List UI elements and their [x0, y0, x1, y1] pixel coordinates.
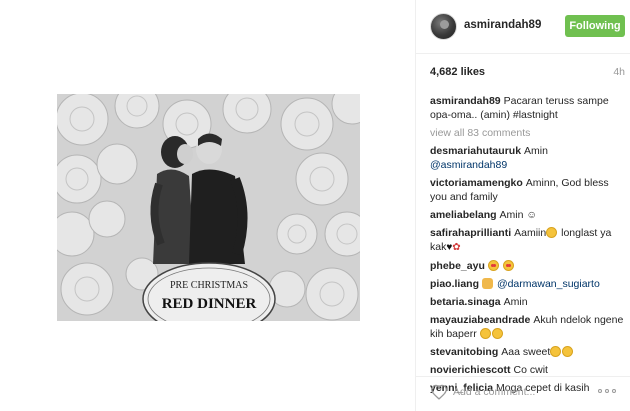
post-stats: 4,682 likes 4h	[430, 66, 625, 80]
comment-footer	[416, 376, 630, 411]
post-time[interactable]: 4h	[613, 66, 625, 78]
dot	[598, 389, 602, 393]
heart-eyes-icon	[502, 260, 514, 271]
likes-count[interactable]: 4,682 likes	[430, 66, 485, 78]
comment-text: Amin ☺	[499, 209, 538, 221]
disappointed-face-icon	[491, 328, 503, 339]
view-all-comments-link[interactable]: view all 83 comments	[430, 126, 625, 140]
comment: victoriamamengko Aminn, God bless you and…	[430, 176, 625, 204]
add-comment-input[interactable]	[453, 384, 593, 400]
comment-username[interactable]: safirahaprillianti	[430, 227, 511, 239]
instagram-post-view: PRE CHRISTMAS RED DINNER asmirandah89 Fo…	[0, 0, 630, 411]
comment-username[interactable]: ameliabelang	[430, 209, 497, 221]
comment: novierichiescott Co cwit	[430, 363, 625, 377]
disappointed-face-icon	[479, 328, 491, 339]
comment-username[interactable]: betaria.sinaga	[430, 296, 501, 308]
disappointed-face-icon	[562, 346, 574, 357]
comment: phebe_ayu	[430, 259, 625, 273]
more-options-icon[interactable]	[598, 385, 622, 397]
header-username[interactable]: asmirandah89	[464, 19, 541, 31]
dot	[605, 389, 609, 393]
comment: piao.liang @darmawan_sugiarto	[430, 277, 625, 291]
caption: asmirandah89 Pacaran teruss sampe opa-oma…	[430, 94, 625, 122]
comment-username[interactable]: phebe_ayu	[430, 260, 485, 272]
comment-username[interactable]: mayauziabeandrade	[430, 314, 530, 326]
comment-username[interactable]: victoriamamengko	[430, 177, 523, 189]
comment: betaria.sinaga Amin	[430, 295, 625, 309]
comment-username[interactable]: piao.liang	[430, 278, 479, 290]
comment: ameliabelang Amin ☺	[430, 208, 625, 222]
comment: stevanitobing Aaa sweet	[430, 345, 625, 359]
post-side-panel: asmirandah89 Following 4,682 likes 4h as…	[415, 0, 630, 411]
comment-text: Amin	[503, 296, 528, 308]
heart-outline-icon[interactable]	[430, 384, 448, 400]
comment-username[interactable]: novierichiescott	[430, 364, 511, 376]
mention-link[interactable]: @asmirandah89	[430, 159, 507, 171]
dot	[612, 389, 616, 393]
comment-text: Aaa sweet	[501, 346, 551, 358]
smiling-face-icon	[546, 227, 558, 238]
comment-text: Amin	[524, 145, 548, 157]
mention-link[interactable]: @darmawan_sugiarto	[497, 278, 600, 290]
comment-text: Aamiin	[514, 227, 547, 239]
sign-line-2: RED DINNER	[162, 296, 257, 312]
post-photo[interactable]: PRE CHRISTMAS RED DINNER	[57, 94, 360, 321]
comment-text: Co cwit	[513, 364, 548, 376]
heart-eyes-icon	[487, 260, 499, 271]
grinning-face-icon	[550, 346, 562, 357]
comment: safirahaprillianti Aamiin longlast ya kak…	[430, 226, 625, 255]
photo-area: PRE CHRISTMAS RED DINNER	[0, 0, 415, 411]
avatar[interactable]	[430, 13, 457, 40]
person-emoji-icon	[482, 278, 494, 289]
post-header: asmirandah89 Following	[416, 0, 630, 54]
comment: desmariahutauruk Amin @asmirandah89	[430, 144, 625, 172]
sign-line-1: PRE CHRISTMAS	[170, 280, 248, 291]
comment-username[interactable]: desmariahutauruk	[430, 145, 521, 157]
rose-icon: ✿	[452, 242, 461, 253]
caption-username[interactable]: asmirandah89	[430, 95, 501, 107]
comments-list: asmirandah89 Pacaran teruss sampe opa-oma…	[430, 94, 625, 399]
comment-username[interactable]: stevanitobing	[430, 346, 498, 358]
following-button[interactable]: Following	[565, 15, 625, 37]
comment: mayauziabeandrade Akuh ndelok ngene kih b…	[430, 313, 625, 341]
